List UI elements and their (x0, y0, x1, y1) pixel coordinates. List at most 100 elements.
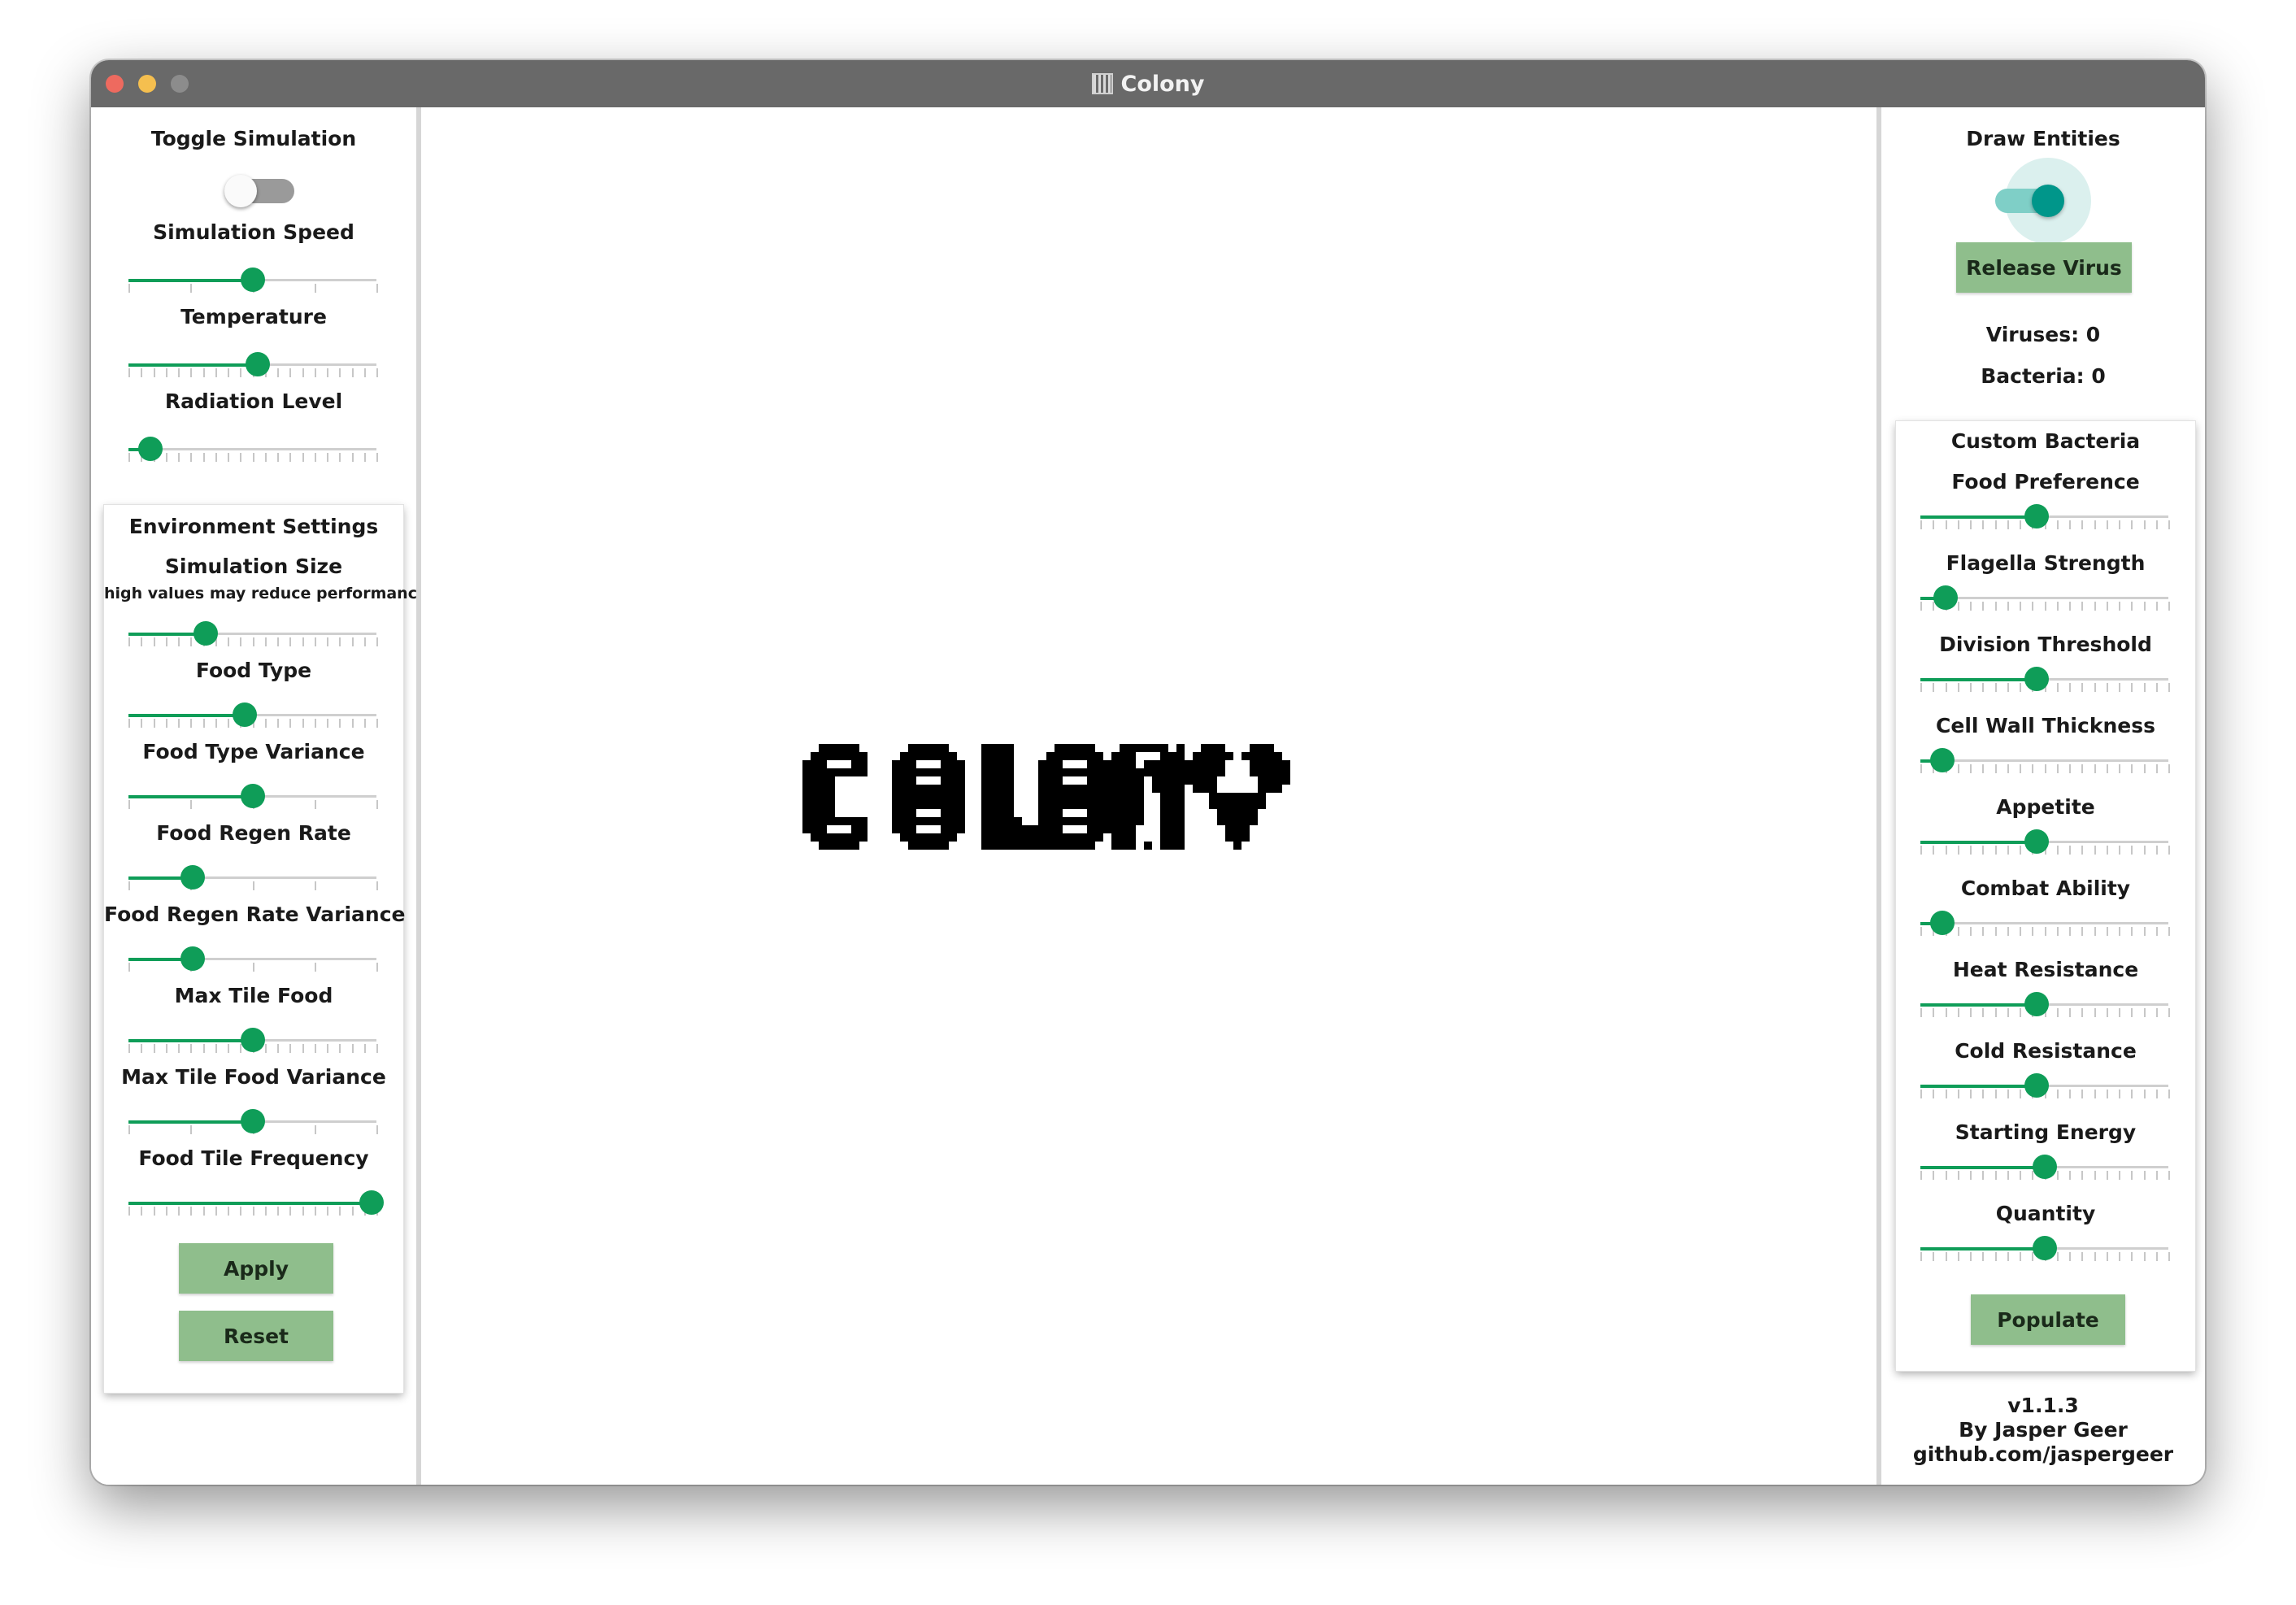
slider-tick (2131, 1008, 2133, 1017)
radiation-level-slider[interactable] (128, 434, 378, 463)
slider-tick (1945, 683, 1947, 692)
slider-knob[interactable] (359, 1190, 384, 1215)
slider-tick (314, 1207, 316, 1216)
slider-tick (2056, 1252, 2059, 1261)
slider-tick (128, 453, 130, 462)
slider-tick (2081, 1252, 2084, 1261)
slider-tick (2056, 683, 2059, 692)
window-title: Colony (1120, 71, 1205, 97)
slider-tick (1933, 520, 1935, 529)
slider-tick (2143, 1090, 2146, 1098)
slider-tick (2155, 520, 2158, 529)
slider-knob[interactable] (240, 784, 265, 808)
slider-tick (202, 1044, 205, 1053)
slider-tick (327, 1044, 328, 1053)
slider-knob[interactable] (1933, 585, 1958, 610)
slider-tick (128, 368, 130, 377)
slider-knob[interactable] (240, 1028, 265, 1052)
slider-tick (2168, 1008, 2170, 1017)
slider-tick (1982, 927, 1985, 936)
slider-tick (2020, 1252, 2021, 1261)
slider-tick (2131, 846, 2133, 855)
slider-tick (141, 1044, 143, 1053)
slider-tick (339, 637, 341, 646)
slider-tick (1933, 1252, 1935, 1261)
simulation-size-slider[interactable] (128, 619, 378, 648)
slider-tick (2143, 520, 2146, 529)
slider-tick (302, 1207, 304, 1216)
slider-knob[interactable] (193, 621, 218, 646)
slider-rail (128, 448, 376, 450)
repo-link[interactable]: github.com/jaspergeer (1881, 1442, 2205, 1466)
cold-resistance-slider[interactable] (1920, 1071, 2170, 1100)
slider-tick (228, 719, 229, 728)
slider-tick (277, 1044, 279, 1053)
food-regen-rate-variance-slider[interactable] (128, 944, 378, 973)
slider-tick (2106, 520, 2108, 529)
slider-tick (376, 1125, 378, 1134)
slider-tick (153, 719, 155, 728)
slider-tick (314, 637, 316, 646)
populate-button[interactable]: Populate (1971, 1294, 2125, 1345)
slider-tick (228, 368, 229, 377)
slider-knob[interactable] (2032, 1155, 2057, 1179)
slider-fill (128, 363, 258, 367)
slider-tick (1970, 1008, 1972, 1017)
slider-tick (2143, 1252, 2146, 1261)
slider-tick (1970, 1171, 1972, 1180)
slider-fill (128, 795, 253, 798)
quantity-slider[interactable] (1920, 1233, 2170, 1263)
slider-tick (1945, 520, 1947, 529)
food-type-variance-slider[interactable] (128, 781, 378, 811)
slider-tick (314, 719, 316, 728)
slider-ticks (1920, 927, 2170, 937)
slider-tick (2007, 764, 2009, 773)
release-virus-button[interactable]: Release Virus (1956, 242, 2132, 293)
temperature-slider[interactable] (128, 350, 378, 379)
slider-knob[interactable] (245, 352, 270, 376)
slider-tick (1920, 520, 1922, 529)
reset-button[interactable]: Reset (179, 1311, 333, 1361)
radiation-level-label: Radiation Level (164, 389, 343, 413)
slider-knob[interactable] (240, 268, 265, 292)
slider-tick (2044, 764, 2046, 773)
slider-tick (2020, 764, 2021, 773)
slider-tick (1982, 1090, 1985, 1098)
flagella-strength-label: Flagella Strength (1946, 551, 2146, 575)
slider-fill (1920, 841, 2037, 844)
slider-tick (314, 284, 316, 293)
division-threshold-slider[interactable] (1920, 664, 2170, 694)
slider-tick (2069, 927, 2071, 936)
slider-tick (2168, 846, 2170, 855)
combat-ability-slider[interactable] (1920, 908, 2170, 937)
slider-tick (2106, 1171, 2108, 1180)
slider-tick (2056, 927, 2059, 936)
heat-resistance-slider[interactable] (1920, 990, 2170, 1019)
slider-tick (2069, 764, 2071, 773)
slider-tick (190, 368, 193, 377)
slider-ticks (128, 637, 378, 647)
slider-tick (339, 453, 341, 462)
apply-button[interactable]: Apply (179, 1243, 333, 1294)
max-tile-food-variance-slider[interactable] (128, 1107, 378, 1136)
slider-tick (128, 284, 130, 293)
cell-wall-thickness-slider[interactable] (1920, 746, 2170, 775)
food-tile-frequency-slider[interactable] (128, 1188, 384, 1217)
slider-tick (2168, 1252, 2170, 1261)
simulation-speed-slider[interactable] (128, 265, 378, 294)
flagella-strength-slider[interactable] (1920, 583, 2170, 612)
food-regen-rate-slider[interactable] (128, 863, 378, 892)
slider-tick (363, 453, 366, 462)
max-tile-food-slider[interactable] (128, 1025, 378, 1055)
food-preference-slider[interactable] (1920, 502, 2170, 531)
slider-tick (2119, 683, 2120, 692)
slider-knob[interactable] (240, 1109, 265, 1133)
slider-knob[interactable] (2032, 1236, 2057, 1260)
starting-energy-slider[interactable] (1920, 1152, 2170, 1181)
appetite-slider[interactable] (1920, 827, 2170, 856)
slider-tick (2106, 602, 2108, 611)
slider-tick (202, 368, 205, 377)
slider-tick (1945, 1171, 1947, 1180)
food-type-slider[interactable] (128, 700, 378, 729)
slider-tick (314, 963, 316, 972)
